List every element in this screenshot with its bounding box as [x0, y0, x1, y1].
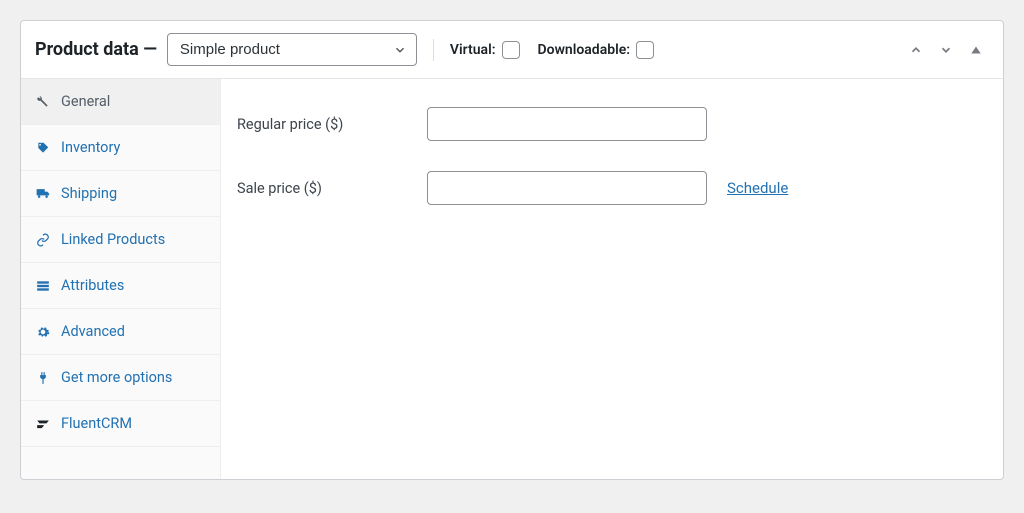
tab-label: Shipping [61, 185, 117, 202]
product-data-panel: Product data — Simple product Virtual: D… [20, 20, 1004, 480]
product-type-select-wrap: Simple product [167, 33, 417, 66]
tab-general[interactable]: General [21, 79, 220, 125]
virtual-label: Virtual: [450, 42, 496, 58]
link-icon [35, 233, 51, 247]
tab-label: FluentCRM [61, 415, 132, 432]
tab-inventory[interactable]: Inventory [21, 125, 220, 171]
downloadable-group: Downloadable: [538, 41, 655, 59]
schedule-link[interactable]: Schedule [727, 179, 788, 197]
toggle-panel-icon[interactable] [969, 43, 983, 57]
tab-label: Inventory [61, 139, 120, 156]
tab-advanced[interactable]: Advanced [21, 309, 220, 355]
tab-attributes[interactable]: Attributes [21, 263, 220, 309]
tab-label: Attributes [61, 277, 124, 294]
list-icon [35, 279, 51, 293]
regular-price-input[interactable] [427, 107, 707, 141]
downloadable-label: Downloadable: [538, 42, 631, 58]
tabs-list: General Inventory Shipping Linked Produc… [21, 79, 221, 479]
move-up-icon[interactable] [909, 43, 923, 57]
regular-price-label: Regular price ($) [237, 116, 407, 133]
header-actions [909, 43, 989, 57]
sale-price-input[interactable] [427, 171, 707, 205]
product-type-select[interactable]: Simple product [167, 33, 417, 66]
downloadable-checkbox[interactable] [636, 41, 654, 59]
panel-header: Product data — Simple product Virtual: D… [21, 21, 1003, 79]
tab-fluentcrm[interactable]: FluentCRM [21, 401, 220, 447]
wrench-icon [35, 95, 51, 109]
tab-get-more-options[interactable]: Get more options [21, 355, 220, 401]
tab-content-general: Regular price ($) Sale price ($) Schedul… [221, 79, 1003, 479]
tab-label: Advanced [61, 323, 125, 340]
truck-icon [35, 186, 51, 201]
virtual-group: Virtual: [450, 41, 520, 59]
tab-label: Get more options [61, 369, 172, 386]
divider [433, 39, 434, 61]
tab-label: Linked Products [61, 231, 165, 248]
tag-icon [35, 141, 51, 155]
panel-body: General Inventory Shipping Linked Produc… [21, 79, 1003, 479]
tab-linked-products[interactable]: Linked Products [21, 217, 220, 263]
panel-title: Product data — [35, 39, 157, 60]
move-down-icon[interactable] [939, 43, 953, 57]
gear-icon [35, 325, 51, 339]
sale-price-row: Sale price ($) Schedule [237, 161, 987, 225]
tab-shipping[interactable]: Shipping [21, 171, 220, 217]
fluent-icon [35, 417, 51, 431]
regular-price-row: Regular price ($) [237, 97, 987, 161]
plug-icon [35, 371, 51, 385]
sale-price-label: Sale price ($) [237, 180, 407, 197]
virtual-checkbox[interactable] [502, 41, 520, 59]
tab-label: General [61, 93, 110, 110]
